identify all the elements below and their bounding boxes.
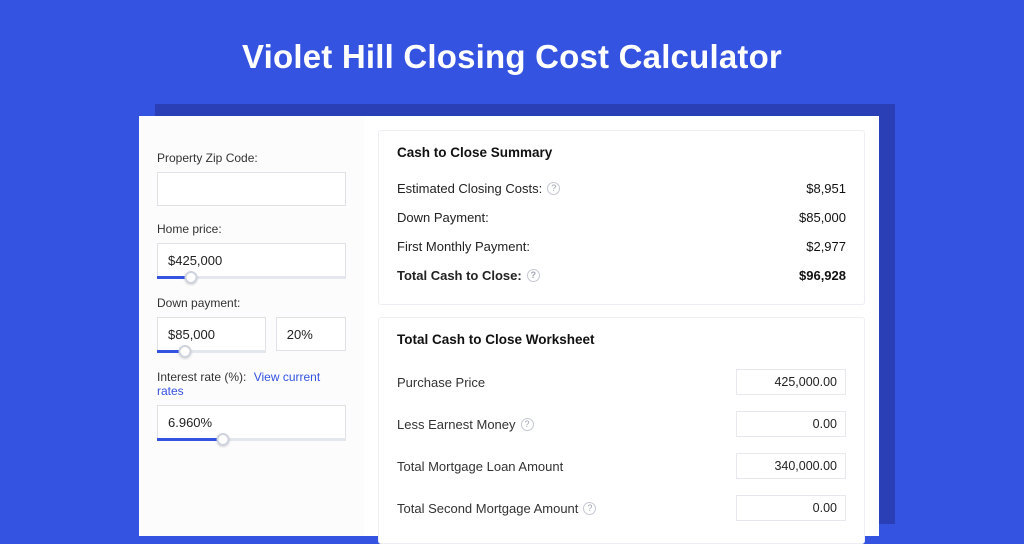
interest-group: Interest rate (%): View current rates xyxy=(157,370,346,442)
home-price-input[interactable] xyxy=(157,243,346,277)
summary-row-value: $8,951 xyxy=(806,181,846,196)
worksheet-box: Total Cash to Close Worksheet Purchase P… xyxy=(378,317,865,544)
summary-row-label: First Monthly Payment: xyxy=(397,239,530,254)
worksheet-input[interactable] xyxy=(736,369,846,395)
summary-row: Down Payment: $85,000 xyxy=(397,203,846,232)
summary-row-label: Estimated Closing Costs: xyxy=(397,181,542,196)
worksheet-row: Total Second Mortgage Amount ? xyxy=(397,487,846,529)
zip-group: Property Zip Code: xyxy=(157,151,346,206)
summary-total-value: $96,928 xyxy=(799,268,846,283)
down-payment-label: Down payment: xyxy=(157,296,346,310)
worksheet-row: Purchase Price xyxy=(397,361,846,403)
worksheet-row-label: Total Second Mortgage Amount xyxy=(397,501,578,516)
summary-heading: Cash to Close Summary xyxy=(397,145,846,160)
help-icon[interactable]: ? xyxy=(583,502,596,515)
summary-row-label: Down Payment: xyxy=(397,210,489,225)
worksheet-row: Less Earnest Money ? xyxy=(397,403,846,445)
down-payment-input[interactable] xyxy=(157,317,266,351)
summary-row-value: $2,977 xyxy=(806,239,846,254)
calculator-card: Property Zip Code: Home price: Down paym… xyxy=(139,116,879,536)
worksheet-input[interactable] xyxy=(736,411,846,437)
worksheet-heading: Total Cash to Close Worksheet xyxy=(397,332,846,347)
page-title: Violet Hill Closing Cost Calculator xyxy=(0,0,1024,76)
summary-total-label: Total Cash to Close: xyxy=(397,268,522,283)
home-price-slider[interactable] xyxy=(157,276,346,280)
results-panel: Cash to Close Summary Estimated Closing … xyxy=(364,116,879,536)
summary-total-row: Total Cash to Close: ? $96,928 xyxy=(397,261,846,290)
down-payment-slider[interactable] xyxy=(157,350,266,354)
interest-label-row: Interest rate (%): View current rates xyxy=(157,370,346,398)
summary-row: Estimated Closing Costs: ? $8,951 xyxy=(397,174,846,203)
worksheet-input[interactable] xyxy=(736,453,846,479)
zip-label: Property Zip Code: xyxy=(157,151,346,165)
zip-input[interactable] xyxy=(157,172,346,206)
worksheet-input[interactable] xyxy=(736,495,846,521)
interest-label: Interest rate (%): xyxy=(157,370,246,384)
help-icon[interactable]: ? xyxy=(521,418,534,431)
worksheet-row-label: Purchase Price xyxy=(397,375,485,390)
down-payment-pct-input[interactable] xyxy=(276,317,346,351)
help-icon[interactable]: ? xyxy=(547,182,560,195)
summary-row: First Monthly Payment: $2,977 xyxy=(397,232,846,261)
home-price-label: Home price: xyxy=(157,222,346,236)
interest-slider[interactable] xyxy=(157,438,346,442)
worksheet-row: Total Mortgage Loan Amount xyxy=(397,445,846,487)
interest-input[interactable] xyxy=(157,405,346,439)
inputs-panel: Property Zip Code: Home price: Down paym… xyxy=(139,116,364,536)
summary-row-value: $85,000 xyxy=(799,210,846,225)
help-icon[interactable]: ? xyxy=(527,269,540,282)
summary-box: Cash to Close Summary Estimated Closing … xyxy=(378,130,865,305)
worksheet-row-label: Total Mortgage Loan Amount xyxy=(397,459,563,474)
worksheet-row-label: Less Earnest Money xyxy=(397,417,516,432)
down-payment-group: Down payment: xyxy=(157,296,346,354)
home-price-group: Home price: xyxy=(157,222,346,280)
